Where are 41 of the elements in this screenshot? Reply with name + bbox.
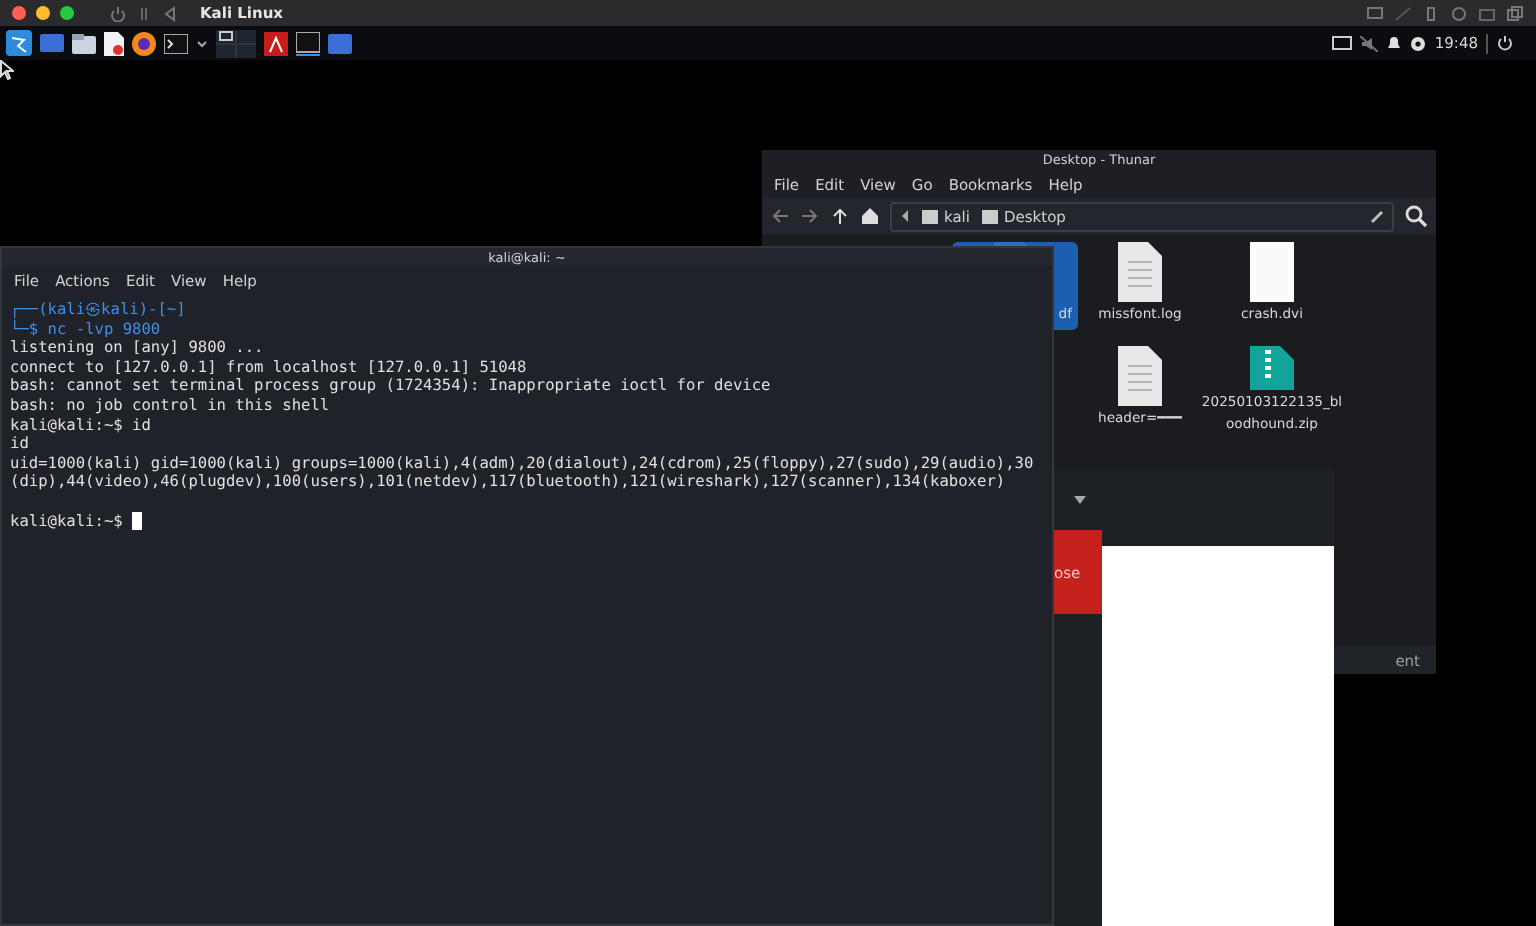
terminal-icon[interactable] [164, 33, 188, 53]
text-editor-icon[interactable] [104, 31, 124, 55]
kali-menu-icon[interactable] [6, 30, 32, 56]
edit-icon[interactable] [1370, 209, 1384, 223]
pause-icon[interactable] [136, 5, 152, 21]
text-file-icon [1118, 346, 1162, 406]
caret-icon[interactable] [1074, 496, 1086, 504]
forward-icon[interactable] [800, 206, 820, 226]
search-icon[interactable] [1404, 204, 1428, 228]
close-button[interactable] [12, 6, 26, 20]
text-file-icon [1118, 242, 1162, 302]
chevron-icon[interactable] [196, 37, 208, 49]
home-icon[interactable] [860, 206, 880, 226]
window-task-icon[interactable] [328, 33, 352, 53]
zoom-button[interactable] [60, 6, 74, 20]
bell-icon[interactable] [1386, 35, 1403, 51]
mouse-pointer-icon[interactable] [0, 60, 14, 80]
folder-icon[interactable] [1478, 5, 1496, 21]
pdf-viewer-icon[interactable] [264, 31, 288, 55]
display-icon[interactable] [1366, 5, 1384, 21]
minimize-button[interactable] [36, 6, 50, 20]
back-icon[interactable] [770, 206, 790, 226]
windows-icon[interactable] [1506, 5, 1524, 21]
power-icon[interactable] [1496, 34, 1514, 52]
left-arrow-icon[interactable] [900, 210, 910, 222]
muted-speaker-icon[interactable] [1360, 35, 1379, 51]
disc-icon[interactable] [1450, 5, 1468, 21]
drive-icon [981, 209, 998, 223]
text-cursor [132, 511, 143, 530]
workspace-switcher-icon[interactable] [216, 29, 256, 57]
home-icon [922, 209, 938, 223]
back-icon[interactable] [162, 5, 178, 21]
up-icon[interactable] [830, 206, 850, 226]
file-manager-icon[interactable] [72, 33, 96, 53]
archive-icon [1250, 346, 1294, 390]
record-icon[interactable] [1410, 35, 1427, 51]
blank-file-icon [1250, 242, 1294, 302]
usb-icon[interactable] [1422, 5, 1440, 21]
terminal-task-icon[interactable] [296, 31, 320, 55]
monitor-icon[interactable] [1332, 35, 1353, 51]
browser-icon[interactable] [132, 31, 156, 55]
